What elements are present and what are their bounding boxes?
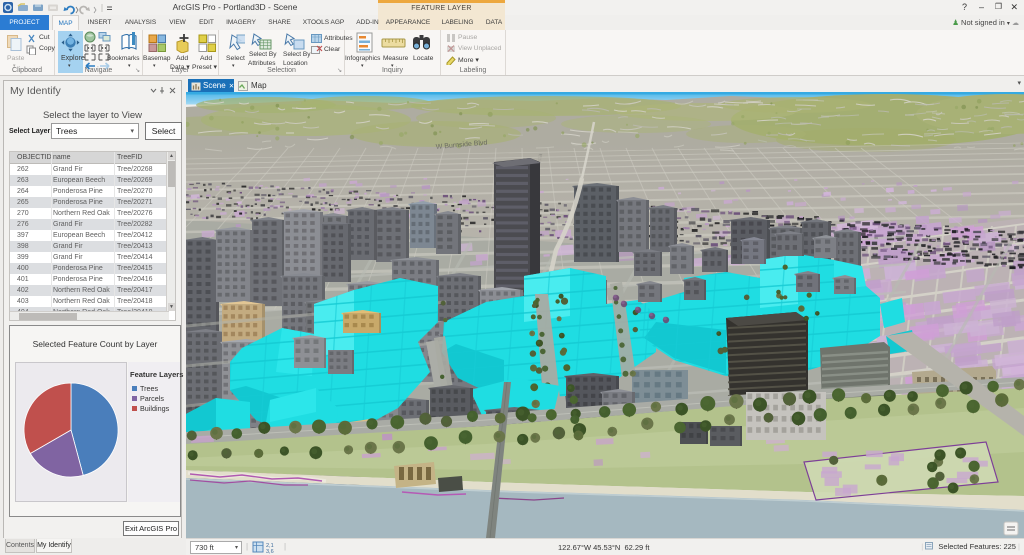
- svg-text:3,6: 3,6: [266, 549, 274, 554]
